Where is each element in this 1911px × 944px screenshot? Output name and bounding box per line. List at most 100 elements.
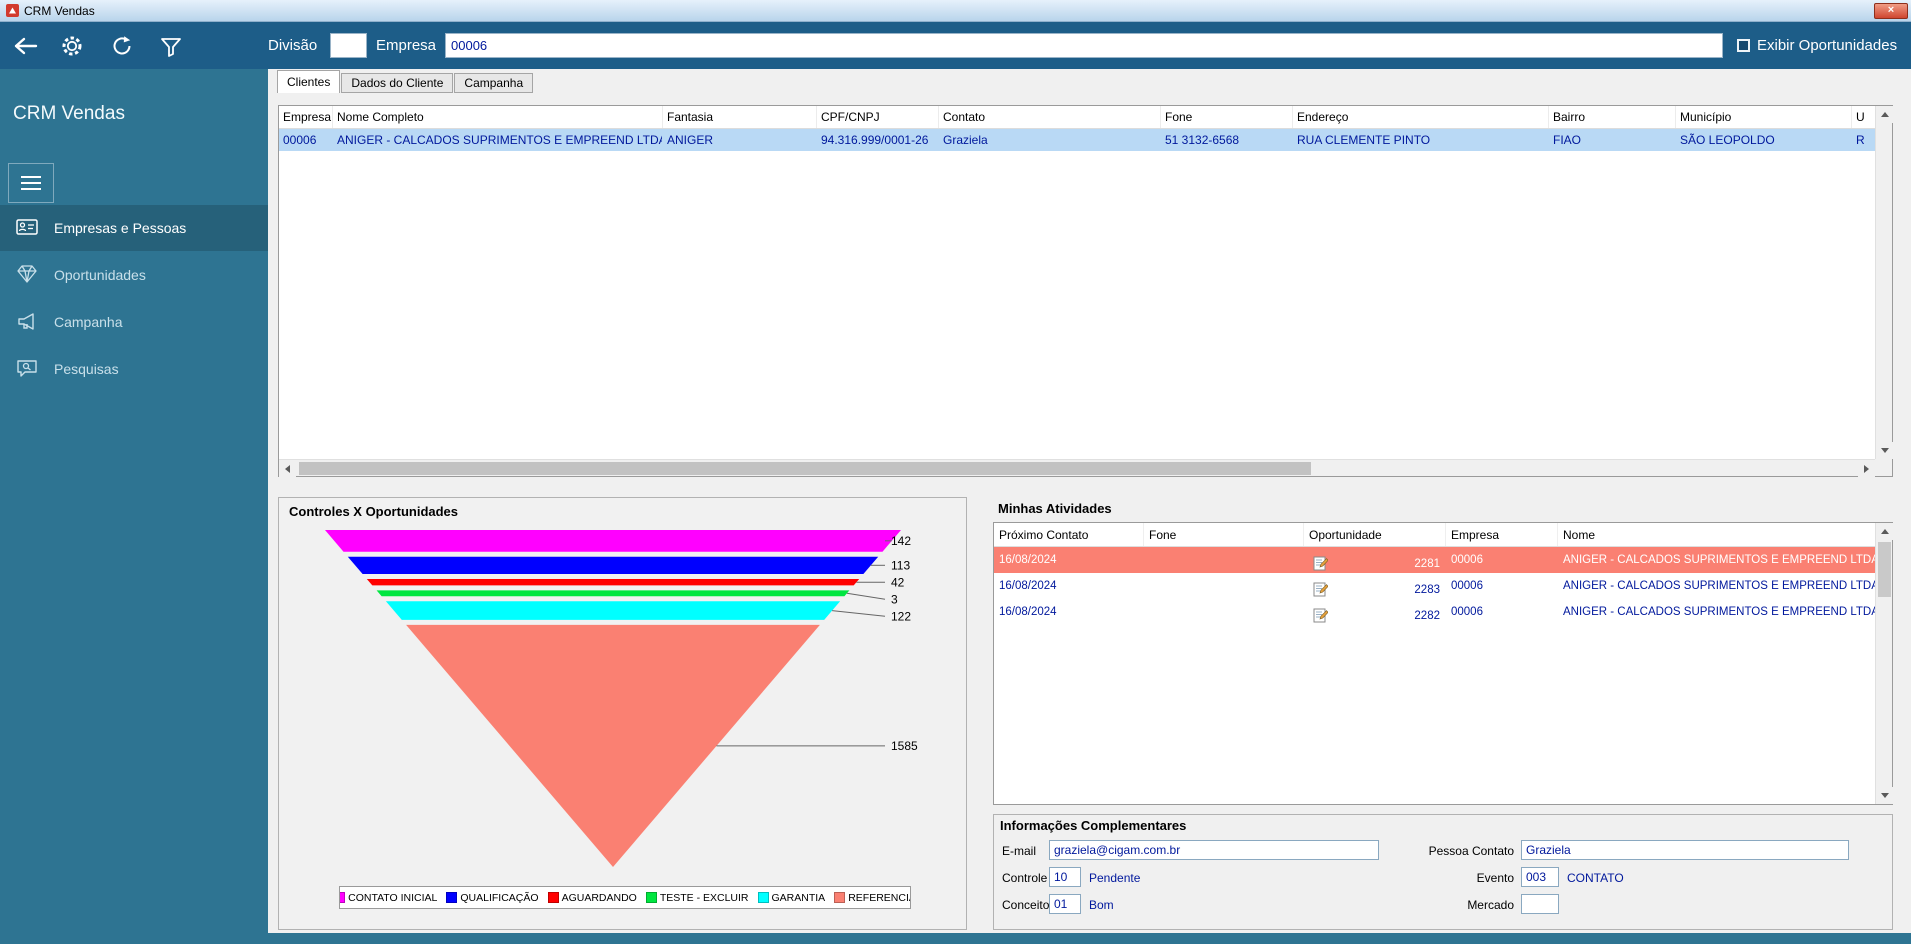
column-header-nome-completo[interactable]: Nome Completo xyxy=(333,106,663,128)
funnel-segment-teste-excluir xyxy=(376,590,850,597)
refresh-icon[interactable] xyxy=(110,34,134,63)
email-field[interactable] xyxy=(1049,840,1379,860)
legend-item-referencia: REFERENCIA xyxy=(834,892,910,904)
sidebar-item-empresas-e-pessoas[interactable]: Empresas e Pessoas xyxy=(0,205,268,251)
pessoa-contato-label: Pessoa Contato xyxy=(1428,844,1514,858)
divisao-label: Divisão xyxy=(268,37,318,54)
funnel-panel: Controles X Oportunidades 142 113 42 3 122 15… xyxy=(278,497,967,930)
funnel-panel-title: Controles X Oportunidades xyxy=(289,504,459,519)
funnel-legend: CONTATO INICIAL QUALIFICAÇÃO AGUARDANDO TES… xyxy=(339,886,911,909)
legend-item-contato-inicial: CONTATO INICIAL xyxy=(340,892,437,904)
cell-municipio: SÃO LEOPOLDO xyxy=(1680,133,1775,147)
column-header-empresa[interactable]: Empresa xyxy=(279,106,333,128)
column-header-oportunidade[interactable]: Oportunidade xyxy=(1304,523,1446,546)
clients-grid-vertical-scrollbar[interactable] xyxy=(1875,106,1893,459)
sidebar-item-campanha[interactable]: Campanha xyxy=(0,299,268,345)
sidebar-item-oportunidades[interactable]: Oportunidades xyxy=(0,252,268,298)
scrollbar-corner xyxy=(1875,459,1892,476)
sidebar-menu: Empresas e Pessoas Oportunidades Campanha P… xyxy=(0,205,268,393)
controle-label: Controle xyxy=(1002,871,1048,885)
scroll-left-button[interactable] xyxy=(279,460,296,477)
funnel-value-label: 113 xyxy=(891,558,910,572)
oportunidade-number: 2283 xyxy=(1414,583,1440,596)
edit-icon[interactable] xyxy=(1313,608,1328,623)
tab-campanha[interactable]: Campanha xyxy=(454,73,534,93)
close-button[interactable]: × xyxy=(1874,3,1908,19)
legend-item-aguardando: AGUARDANDO xyxy=(547,892,637,904)
tab-dados-do-cliente[interactable]: Dados do Cliente xyxy=(341,73,454,93)
cell-proximo-contato: 16/08/2024 xyxy=(999,580,1057,592)
legend-swatch xyxy=(547,892,559,903)
sidebar-item-label: Oportunidades xyxy=(54,267,146,283)
email-label: E-mail xyxy=(1002,844,1037,858)
cell-contato: Graziela xyxy=(943,133,988,147)
legend-swatch xyxy=(834,892,846,903)
table-row[interactable]: 00006 ANIGER - CALCADOS SUPRIMENTOS E EMP… xyxy=(279,129,1875,151)
evento-desc: CONTATO xyxy=(1567,871,1624,885)
column-header-u[interactable]: U xyxy=(1852,106,1877,128)
edit-icon[interactable] xyxy=(1313,556,1328,571)
column-header-proximo-contato[interactable]: Próximo Contato xyxy=(994,523,1144,546)
sidebar-item-label: Campanha xyxy=(54,314,123,330)
column-header-contato[interactable]: Contato xyxy=(939,106,1161,128)
evento-field[interactable] xyxy=(1521,867,1559,887)
funnel-segment-qualificacao xyxy=(347,556,879,574)
cell-cpf-cnpj: 94.316.999/0001-26 xyxy=(821,133,929,147)
activity-row[interactable]: 16/08/2024 2281 00006 ANIGER - CALCADOS SUP… xyxy=(994,547,1876,573)
hamburger-menu-button[interactable] xyxy=(8,163,54,203)
column-header-fone[interactable]: Fone xyxy=(1161,106,1293,128)
cell-empresa: 00006 xyxy=(283,133,317,147)
back-button[interactable] xyxy=(12,35,38,62)
tab-clientes[interactable]: Clientes xyxy=(277,70,341,93)
divisao-input[interactable] xyxy=(330,33,367,58)
cell-proximo-contato: 16/08/2024 xyxy=(999,606,1057,618)
sidebar: CRM Vendas Empresas e Pessoas Oportunidad… xyxy=(0,69,268,944)
legend-swatch xyxy=(757,892,769,903)
column-header-endereco[interactable]: Endereço xyxy=(1293,106,1549,128)
activities-vertical-scrollbar[interactable] xyxy=(1875,523,1893,804)
column-header-nome[interactable]: Nome xyxy=(1558,523,1876,546)
sidebar-title: CRM Vendas xyxy=(13,103,125,124)
column-header-bairro[interactable]: Bairro xyxy=(1549,106,1676,128)
legend-swatch xyxy=(645,892,657,903)
sidebar-item-pesquisas[interactable]: Pesquisas xyxy=(0,346,268,392)
window-titlebar: CRM Vendas × xyxy=(0,0,1911,22)
horizontal-scroll-thumb[interactable] xyxy=(299,462,1311,475)
column-header-cpf-cnpj[interactable]: CPF/CNPJ xyxy=(817,106,939,128)
column-header-fone[interactable]: Fone xyxy=(1144,523,1304,546)
activities-header: Próximo Contato Fone Oportunidade Empresa No… xyxy=(994,523,1876,547)
clients-grid-body: 00006 ANIGER - CALCADOS SUPRIMENTOS E EMP… xyxy=(279,129,1892,151)
evento-label: Evento xyxy=(1476,871,1514,885)
scroll-right-button[interactable] xyxy=(1858,460,1875,477)
scroll-down-button[interactable] xyxy=(1876,787,1893,804)
scroll-up-button[interactable] xyxy=(1876,523,1893,540)
info-title: Informações Complementares xyxy=(1000,818,1187,833)
activity-row[interactable]: 16/08/2024 2282 00006 ANIGER - CALCADOS SUP… xyxy=(994,599,1876,625)
scroll-up-button[interactable] xyxy=(1876,106,1893,123)
column-header-empresa[interactable]: Empresa xyxy=(1446,523,1558,546)
gear-icon[interactable] xyxy=(60,34,84,63)
conceito-field[interactable] xyxy=(1049,894,1081,914)
column-header-municipio[interactable]: Município xyxy=(1676,106,1852,128)
funnel-value-label: 3 xyxy=(891,592,898,606)
scroll-down-button[interactable] xyxy=(1876,442,1893,459)
funnel-value-label: 1585 xyxy=(891,739,918,753)
cell-oportunidade: 2282 xyxy=(1304,599,1446,625)
edit-icon[interactable] xyxy=(1313,582,1328,597)
window-title: CRM Vendas xyxy=(24,3,95,18)
cell-proximo-contato: 16/08/2024 xyxy=(999,554,1057,566)
empresa-input[interactable] xyxy=(445,33,1723,58)
column-header-fantasia[interactable]: Fantasia xyxy=(663,106,817,128)
mercado-field[interactable] xyxy=(1521,894,1559,914)
vertical-scroll-thumb[interactable] xyxy=(1878,542,1891,597)
conceito-label: Conceito xyxy=(1002,898,1050,912)
cell-bairro: FIAO xyxy=(1553,133,1582,147)
funnel-chart: 142 113 42 3 122 1585 xyxy=(325,530,918,867)
cell-oportunidade: 2281 xyxy=(1304,547,1446,573)
exibir-oportunidades-checkbox[interactable] xyxy=(1737,39,1750,52)
pessoa-contato-field[interactable] xyxy=(1521,840,1849,860)
clients-grid-horizontal-scrollbar[interactable] xyxy=(279,459,1875,477)
controle-field[interactable] xyxy=(1049,867,1081,887)
filter-icon[interactable] xyxy=(160,36,182,63)
activity-row[interactable]: 16/08/2024 2283 00006 ANIGER - CALCADOS SUP… xyxy=(994,573,1876,599)
